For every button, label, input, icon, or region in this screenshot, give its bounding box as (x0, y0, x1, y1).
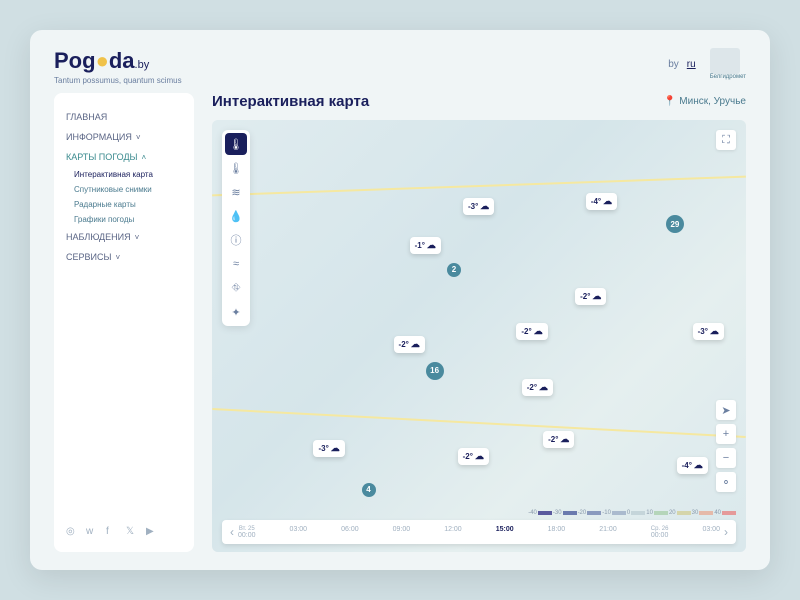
cluster-marker[interactable]: 16 (426, 362, 444, 380)
time-slot[interactable]: 06:00 (341, 526, 359, 539)
temp-marker[interactable]: -2°☁ (458, 448, 489, 465)
tool-wind[interactable]: ≋ (225, 181, 247, 203)
social-links: ◎ w f 𝕏 ▶ (66, 526, 182, 538)
nav-weather-maps[interactable]: КАРТЫ ПОГОДЫ˄ (66, 147, 182, 167)
temp-marker[interactable]: -3°☁ (463, 198, 494, 215)
tool-road[interactable]: ⛗ (225, 277, 247, 299)
chevron-up-icon: ˄ (142, 153, 147, 162)
temp-marker[interactable]: -2°☁ (575, 288, 606, 305)
tool-info[interactable]: ⓘ (225, 229, 247, 251)
cluster-marker[interactable]: 4 (362, 483, 376, 497)
locate-button[interactable]: ➤ (716, 400, 736, 420)
twitter-icon[interactable]: 𝕏 (126, 526, 138, 538)
temp-marker[interactable]: -4°☁ (677, 457, 708, 474)
zoom-out-button[interactable]: − (716, 448, 736, 468)
main-header: Интерактивная карта 📍Минск, Уручье (212, 93, 746, 110)
temperature-legend: -40-30-20-10010203040 (527, 510, 736, 516)
facebook-icon[interactable]: f (106, 526, 118, 538)
lang-by[interactable]: by (668, 59, 679, 70)
language-switcher: by ru (668, 59, 695, 70)
cluster-marker[interactable]: 29 (666, 215, 684, 233)
nav-info[interactable]: ИНФОРМАЦИЯ˅ (66, 127, 182, 147)
sidebar: ГЛАВНАЯ ИНФОРМАЦИЯ˅ КАРТЫ ПОГОДЫ˄ Интера… (54, 93, 194, 552)
temp-marker[interactable]: -1°☁ (410, 237, 441, 254)
nav-sub-interactive-map[interactable]: Интерактивная карта (66, 167, 182, 182)
temp-marker[interactable]: -2°☁ (522, 379, 553, 396)
timeline: ‹ Вт. 2500:00 03:00 06:00 09:00 12:00 15:00 18… (222, 520, 736, 544)
tool-precipitation[interactable]: 💧 (225, 205, 247, 227)
tagline: Tantum possumus, quantum scimus (54, 76, 182, 85)
timeline-prev[interactable]: ‹ (230, 525, 234, 539)
share-button[interactable]: ⚬ (716, 472, 736, 492)
location-display[interactable]: 📍Минск, Уручье (664, 96, 746, 107)
header-right: by ru Белгидромет (668, 48, 746, 80)
time-slot[interactable]: 09:00 (393, 526, 411, 539)
nav-sub-graphs[interactable]: Графики погоды (66, 212, 182, 227)
temp-marker[interactable]: -2°☁ (543, 431, 574, 448)
temp-marker[interactable]: -2°☁ (394, 336, 425, 353)
nav-services[interactable]: СЕРВИСЫ˅ (66, 247, 182, 267)
vk-icon[interactable]: w (86, 526, 98, 538)
time-slot[interactable]: 03:00 (702, 526, 720, 539)
header: Pog●da.by Tantum possumus, quantum scimu… (54, 48, 746, 85)
pin-icon: 📍 (664, 96, 676, 107)
fullscreen-button[interactable]: ⛶ (716, 130, 736, 150)
zoom-in-button[interactable]: + (716, 424, 736, 444)
chevron-down-icon: ˅ (136, 133, 141, 142)
org-block[interactable]: Белгидромет (710, 48, 746, 80)
map-controls-top: ⛶ (716, 130, 736, 150)
temp-marker[interactable]: -3°☁ (693, 323, 724, 340)
time-slot[interactable]: 12:00 (444, 526, 462, 539)
temp-marker[interactable]: -3°☁ (313, 440, 344, 457)
temp-marker[interactable]: -4°☁ (586, 193, 617, 210)
chevron-down-icon: ˅ (115, 253, 120, 262)
tool-waves[interactable]: ≈ (225, 253, 247, 275)
timeline-slots: Вт. 2500:00 03:00 06:00 09:00 12:00 15:00 18:0… (238, 526, 720, 539)
tool-temperature[interactable]: 🌡 (225, 133, 247, 155)
body: ГЛАВНАЯ ИНФОРМАЦИЯ˅ КАРТЫ ПОГОДЫ˄ Интера… (54, 93, 746, 552)
nav-sub-radar[interactable]: Радарные карты (66, 197, 182, 212)
time-slot[interactable]: 18:00 (548, 526, 566, 539)
nav-sub-satellite[interactable]: Спутниковые снимки (66, 182, 182, 197)
main: Интерактивная карта 📍Минск, Уручье 🌡 🌡 ≋… (212, 93, 746, 552)
map[interactable]: 🌡 🌡 ≋ 💧 ⓘ ≈ ⛗ ✦ ⛶ ➤ + − ⚬ -3°☁ -1°☁ -2°☁ -2… (212, 120, 746, 552)
org-logo-icon (710, 48, 740, 74)
temp-marker[interactable]: -2°☁ (516, 323, 547, 340)
time-slot[interactable]: Вт. 2500:00 (238, 526, 256, 539)
time-slot[interactable]: Ср. 2600:00 (651, 526, 669, 539)
cluster-marker[interactable]: 2 (447, 263, 461, 277)
timeline-next[interactable]: › (724, 525, 728, 539)
tool-wildlife[interactable]: ✦ (225, 301, 247, 323)
nav-main[interactable]: ГЛАВНАЯ (66, 107, 182, 127)
instagram-icon[interactable]: ◎ (66, 526, 78, 538)
time-slot[interactable]: 21:00 (599, 526, 617, 539)
app-window: Pog●da.by Tantum possumus, quantum scimu… (30, 30, 770, 570)
tool-thermometer[interactable]: 🌡 (225, 157, 247, 179)
org-text: Белгидромет (710, 74, 746, 80)
nav-observations[interactable]: НАБЛЮДЕНИЯ˅ (66, 227, 182, 247)
logo-text: Pog●da.by (54, 48, 182, 74)
time-slot[interactable]: 15:00 (496, 526, 514, 539)
lang-ru[interactable]: ru (687, 59, 696, 70)
map-toolbar: 🌡 🌡 ≋ 💧 ⓘ ≈ ⛗ ✦ (222, 130, 250, 326)
page-title: Интерактивная карта (212, 93, 369, 110)
youtube-icon[interactable]: ▶ (146, 526, 158, 538)
time-slot[interactable]: 03:00 (290, 526, 308, 539)
logo[interactable]: Pog●da.by Tantum possumus, quantum scimu… (54, 48, 182, 85)
chevron-down-icon: ˅ (135, 233, 140, 242)
map-controls-bottom: ➤ + − ⚬ (716, 400, 736, 492)
